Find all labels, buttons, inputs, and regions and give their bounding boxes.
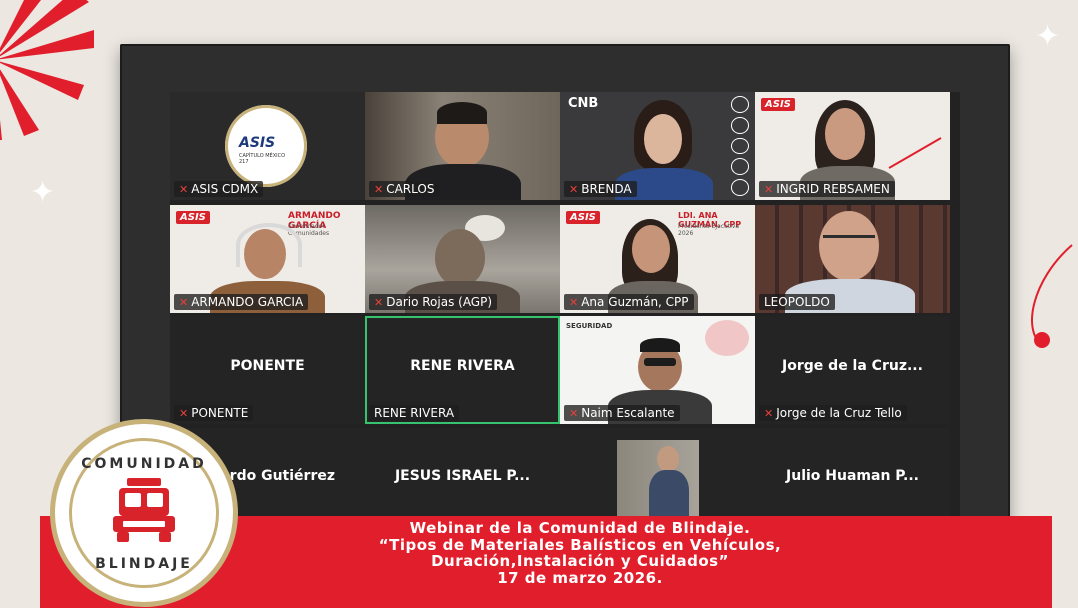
participant-name: Jorge de la Cruz Tello [776, 406, 902, 420]
mic-muted-icon: ✕ [569, 406, 579, 420]
participant-name-tag: ✕ ARMANDO GARCIA [174, 294, 309, 310]
mic-muted-icon: ✕ [179, 295, 189, 309]
participant-name: LEOPOLDO [764, 295, 830, 309]
mic-muted-icon: ✕ [374, 182, 384, 196]
video-gallery: ASIS CAPÍTULO MÉXICO 217 ✕ ASIS CDMX ✕ CAR… [170, 92, 960, 552]
participant-name-tag: ✕ Dario Rojas (AGP) [369, 294, 498, 310]
participant-name: CARLOS [386, 182, 435, 196]
slide-wordcloud [705, 320, 749, 356]
badge-bottom-text: BLINDAJE [95, 556, 193, 572]
mic-muted-icon: ✕ [764, 182, 774, 196]
person-hair [640, 338, 680, 352]
person-face [825, 108, 865, 160]
video-tile-rene-rivera[interactable]: RENE RIVERA RENE RIVERA [365, 316, 560, 424]
asis-logo: ASIS [761, 98, 795, 111]
participant-name-tag: LEOPOLDO [759, 294, 835, 310]
video-tile-naim[interactable]: SEGURIDAD ✕ Naim Escalante [560, 316, 755, 424]
red-orbit-decoration [1031, 244, 1073, 348]
participant-name-tag: ✕ Naim Escalante [564, 405, 680, 421]
asis-logo-circle: ASIS CAPÍTULO MÉXICO 217 [225, 105, 307, 187]
person-face [644, 114, 682, 164]
webinar-banner-text: Webinar de la Comunidad de Blindaje. “Ti… [300, 520, 860, 586]
toolbar-icon [731, 179, 749, 196]
toolbar-icon [731, 116, 749, 134]
headphones [236, 223, 302, 267]
slide-red-line [888, 137, 942, 169]
mic-muted-icon: ✕ [569, 295, 579, 309]
video-tile-dario[interactable]: ✕ Dario Rojas (AGP) [365, 205, 560, 313]
slide-subtitle: Coordinador Comunidades [288, 223, 330, 237]
participant-name: ASIS CDMX [191, 182, 259, 196]
participant-display-name: PONENTE [230, 358, 305, 374]
banner-line-4: 17 de marzo 2026. [497, 568, 663, 587]
mic-muted-icon: ✕ [764, 406, 774, 420]
banner-line-2: “Tipos de Materiales Balísticos en Vehíc… [378, 535, 782, 554]
participant-video-thumbnail [617, 440, 699, 520]
participant-display-name: Julio Huaman P... [786, 468, 919, 484]
participant-name: BRENDA [581, 182, 632, 196]
video-tile-armando[interactable]: ASIS ARMANDO GARCÍA Coordinador Comunida… [170, 205, 365, 313]
video-tile-leopoldo[interactable]: LEOPOLDO [755, 205, 950, 313]
participant-name-tag: ✕ Ana Guzmán, CPP [564, 294, 694, 310]
participant-name: INGRID REBSAMEN [776, 182, 890, 196]
participant-display-name: JESUS ISRAEL P... [394, 468, 531, 484]
participant-name-tag: RENE RIVERA [369, 405, 460, 421]
participant-name-tag: ✕ PONENTE [174, 405, 254, 421]
video-tile-carlos[interactable]: ✕ CARLOS [365, 92, 560, 200]
participant-name-tag: ✕ BRENDA [564, 181, 637, 197]
participant-name: Ana Guzmán, CPP [581, 295, 689, 309]
toolbar-icon [731, 96, 749, 113]
toolbar-icon [731, 137, 749, 155]
asis-logo: ASIS [176, 211, 210, 224]
mic-muted-icon: ✕ [569, 182, 579, 196]
participant-name: Naim Escalante [581, 406, 675, 420]
participant-display-name: RENE RIVERA [410, 358, 515, 374]
sparkle-icon: ✦ [30, 175, 56, 210]
cnb-logo: CNB [568, 96, 599, 111]
participant-name: RENE RIVERA [374, 406, 455, 420]
video-tile-ingrid[interactable]: ASIS ✕ INGRID REBSAMEN [755, 92, 950, 200]
person-head [435, 229, 485, 287]
participant-name-tag: ✕ CARLOS [369, 181, 440, 197]
participant-name-tag: ✕ ASIS CDMX [174, 181, 264, 197]
slide-subtitle: Presidenta Ejecutiva 2026 [678, 223, 740, 237]
mic-muted-icon: ✕ [374, 295, 384, 309]
video-tile-ana[interactable]: ASIS LDI. ANA GUZMÁN, CPP Presidenta Eje… [560, 205, 755, 313]
banner-line-1: Webinar de la Comunidad de Blindaje. [409, 519, 751, 537]
glasses [644, 358, 676, 366]
participant-name: ARMANDO GARCIA [191, 295, 304, 309]
video-tile-asis-cdmx[interactable]: ASIS CAPÍTULO MÉXICO 217 ✕ ASIS CDMX [170, 92, 365, 200]
participant-display-name: Jorge de la Cruz... [782, 358, 923, 374]
person-face [632, 225, 670, 273]
person-head [657, 446, 679, 472]
video-tile-ponente[interactable]: PONENTE ✕ PONENTE [170, 316, 365, 424]
banner-line-3: Duración,Instalación y Cuidados” [431, 552, 729, 570]
comunidad-blindaje-badge: COMUNIDAD BLINDAJE [55, 424, 233, 602]
side-icon-toolbar [731, 96, 749, 196]
badge-top-text: COMUNIDAD [81, 456, 207, 472]
video-tile-brenda[interactable]: CNB ✕ BRENDA [560, 92, 755, 200]
participant-name: Dario Rojas (AGP) [386, 295, 493, 309]
participant-name-tag: ✕ Jorge de la Cruz Tello [759, 405, 907, 421]
person-hair [437, 102, 487, 124]
slide-logo: SEGURIDAD [566, 322, 613, 330]
video-tile-jorge[interactable]: Jorge de la Cruz... ✕ Jorge de la Cruz Te… [755, 316, 950, 424]
armored-truck-icon [113, 478, 175, 542]
glasses [823, 235, 875, 248]
person-body [649, 470, 689, 520]
sparkle-icon: ✦ [1035, 19, 1061, 54]
mic-muted-icon: ✕ [179, 182, 189, 196]
asis-logo-text: ASIS [239, 135, 276, 151]
toolbar-icon [731, 158, 749, 176]
asis-logo-subtitle: CAPÍTULO MÉXICO 217 [239, 153, 286, 165]
participant-name-tag: ✕ INGRID REBSAMEN [759, 181, 895, 197]
asis-logo: ASIS [566, 211, 600, 224]
red-burst-decoration [0, 0, 94, 140]
participant-name: PONENTE [191, 406, 249, 420]
mic-muted-icon: ✕ [179, 406, 189, 420]
